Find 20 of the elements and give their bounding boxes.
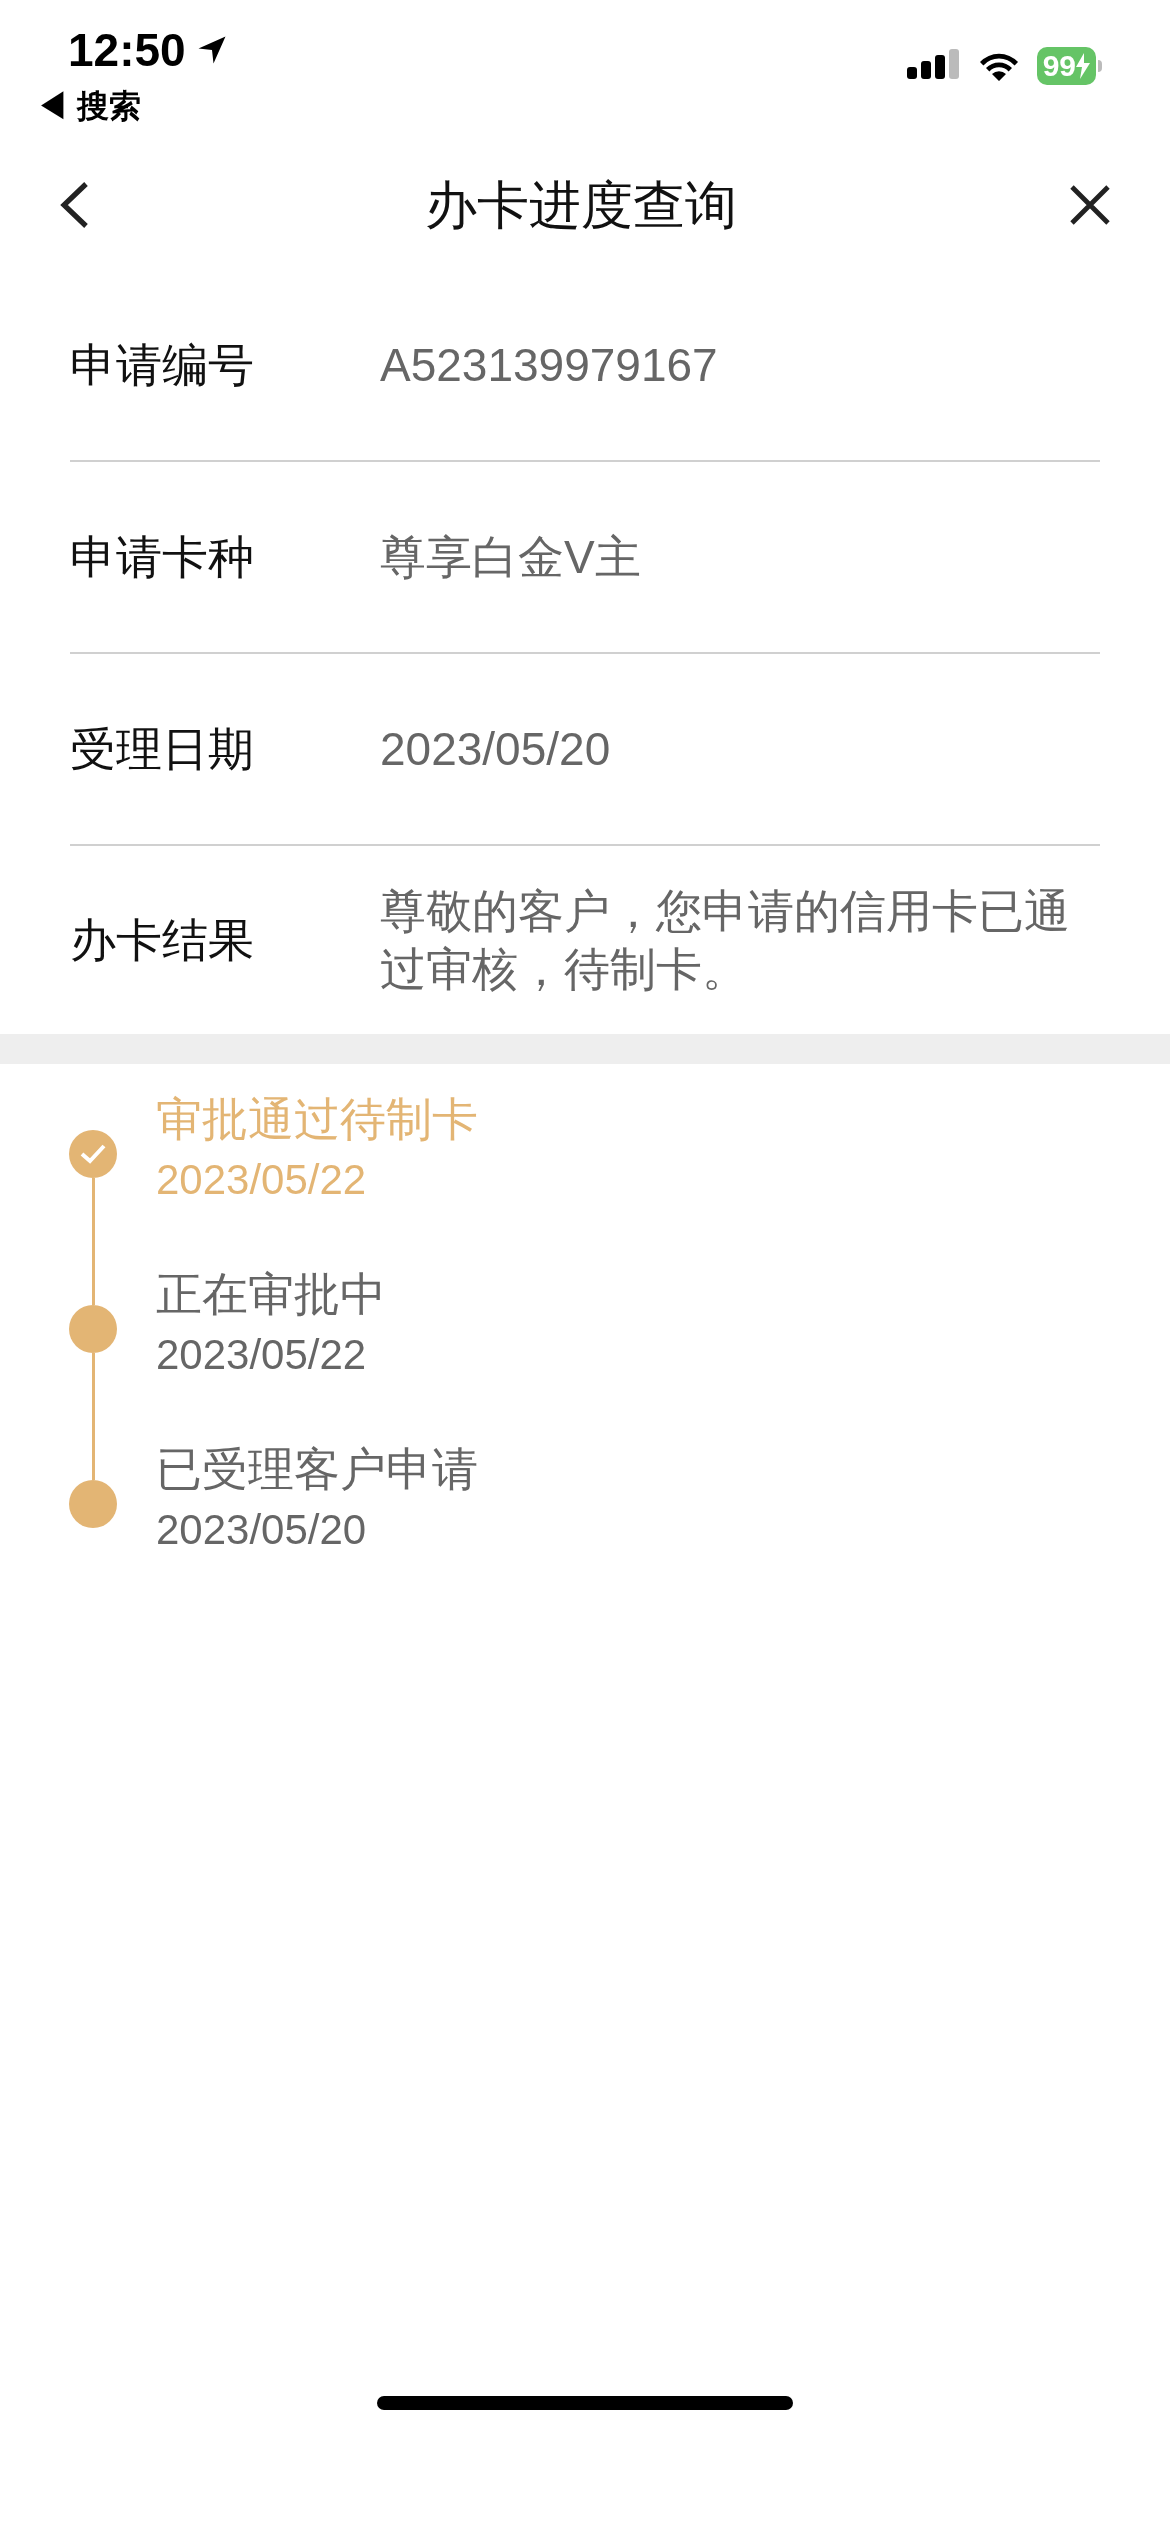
step-title: 已受理客户申请 bbox=[156, 1442, 478, 1497]
field-value: 尊享白金V主 bbox=[380, 530, 642, 585]
step-date: 2023/05/20 bbox=[156, 1505, 368, 1555]
field-value: 2023/05/20 bbox=[380, 722, 612, 777]
status-time: 12:50 bbox=[68, 23, 186, 78]
checkmark-icon bbox=[79, 1143, 107, 1165]
field-value: 尊敬的客户，您申请的信用卡已通过审核，待制卡。 bbox=[380, 884, 1071, 997]
field-label: 申请卡种 bbox=[70, 530, 255, 585]
step-title: 正在审批中 bbox=[156, 1267, 386, 1322]
charging-bolt-icon bbox=[1076, 53, 1090, 79]
step-title: 审批通过待制卡 bbox=[156, 1092, 478, 1147]
field-value: A523139979167 bbox=[380, 338, 719, 393]
battery-indicator: 99 bbox=[1036, 47, 1096, 85]
step-date: 2023/05/22 bbox=[156, 1155, 368, 1205]
field-label: 办卡结果 bbox=[70, 913, 255, 968]
field-label: 受理日期 bbox=[70, 722, 255, 777]
field-label: 申请编号 bbox=[70, 338, 255, 393]
back-to-search-link[interactable]: ◀ 搜索 bbox=[36, 86, 230, 126]
step-date: 2023/05/22 bbox=[156, 1330, 368, 1380]
page-title: 办卡进度查询 bbox=[425, 175, 737, 236]
